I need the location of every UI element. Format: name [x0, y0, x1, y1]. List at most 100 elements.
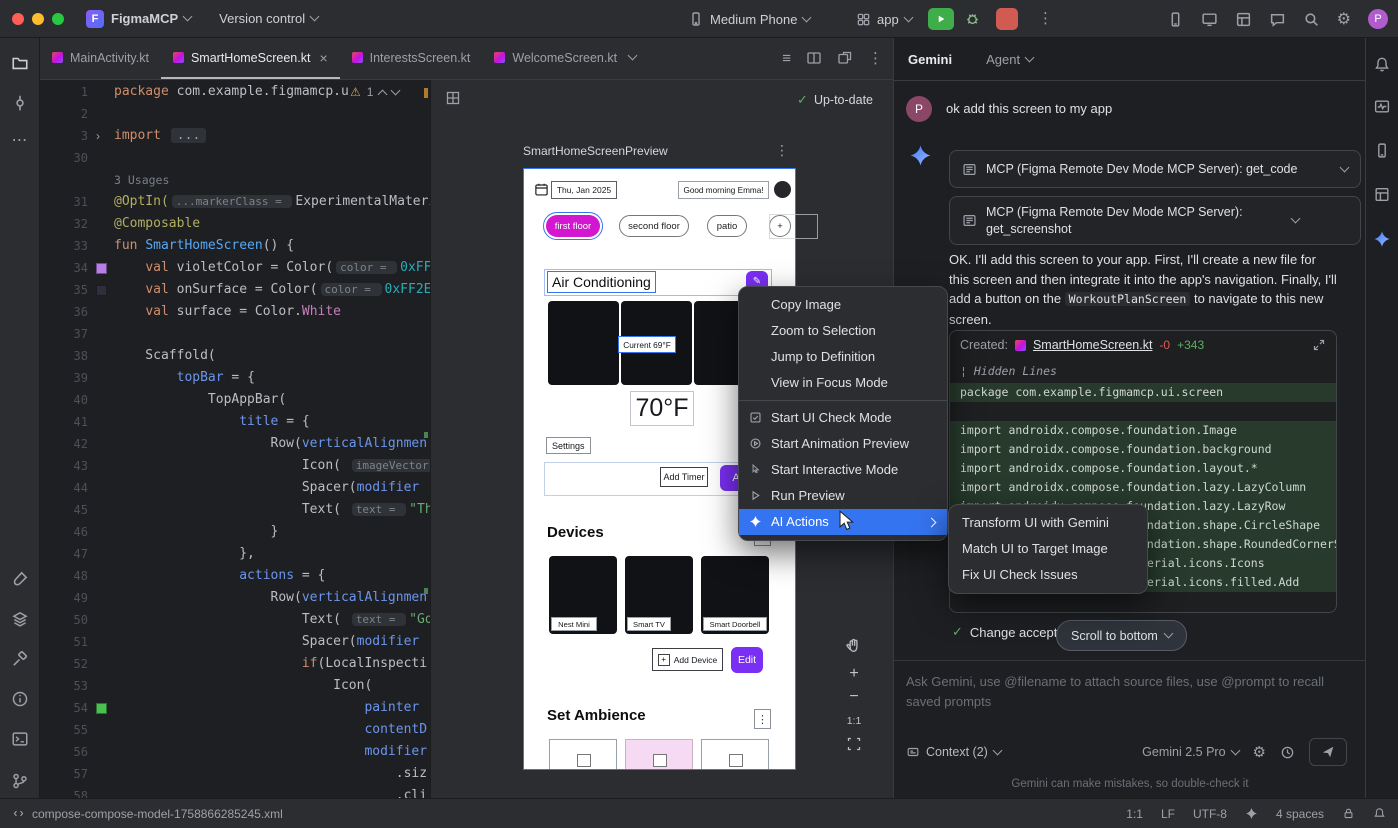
- code-line[interactable]: 43 Icon( imageVector: [40, 455, 430, 477]
- code-line[interactable]: 32 @Composable: [40, 213, 430, 235]
- detach-editor-icon[interactable]: [837, 50, 853, 66]
- lock-icon[interactable]: [1342, 807, 1355, 820]
- code-text[interactable]: @OptIn(...markerClass = ExperimentalMate…: [114, 191, 430, 213]
- code-line[interactable]: 51 Spacer(modifier: [40, 631, 430, 653]
- code-text[interactable]: Spacer(modifier: [114, 477, 419, 499]
- code-text[interactable]: Text( text = "Thu,: [114, 499, 430, 521]
- line-number[interactable]: 33: [40, 235, 96, 257]
- terminal-tool-button[interactable]: [11, 730, 29, 748]
- zoom-in-icon[interactable]: +: [839, 665, 869, 683]
- scroll-to-bottom-button[interactable]: Scroll to bottom: [1056, 620, 1187, 651]
- zoom-ratio-label[interactable]: 1:1: [839, 715, 869, 727]
- code-line[interactable]: 38 Scaffold(: [40, 345, 430, 367]
- ambience-tile[interactable]: [549, 739, 617, 770]
- commit-tool-button[interactable]: [11, 94, 29, 112]
- code-line[interactable]: 45 Text( text = "Thu,: [40, 499, 430, 521]
- resource-manager-tool-button[interactable]: [11, 570, 29, 588]
- code-line[interactable]: 54 painter: [40, 697, 430, 719]
- line-number[interactable]: 48: [40, 565, 96, 587]
- line-number[interactable]: 37: [40, 323, 96, 345]
- code-text[interactable]: val violetColor = Color(color = 0xFFB: [114, 257, 430, 279]
- line-number[interactable]: 46: [40, 521, 96, 543]
- menu-item-zoom-to-selection[interactable]: Zoom to Selection: [739, 318, 947, 344]
- code-text[interactable]: }: [114, 521, 278, 543]
- code-text[interactable]: val surface = Color.White: [114, 301, 341, 323]
- hidden-lines-row[interactable]: ¦ Hidden Lines: [950, 359, 1336, 383]
- code-line[interactable]: 34 val violetColor = Color(color = 0xFFB: [40, 257, 430, 279]
- code-text[interactable]: import ...: [114, 125, 206, 147]
- editor-tab-smarthomescreen[interactable]: SmartHomeScreen.kt ×: [161, 38, 340, 79]
- ambience-kebab-icon[interactable]: ⋮: [754, 709, 771, 729]
- code-line[interactable]: 3›import ...: [40, 125, 430, 147]
- menu-item-view-in-focus-mode[interactable]: View in Focus Mode: [739, 370, 947, 396]
- code-text[interactable]: actions = {: [114, 565, 325, 587]
- next-issue-icon[interactable]: [391, 85, 401, 95]
- line-number[interactable]: 34: [40, 257, 96, 279]
- line-number[interactable]: 39: [40, 367, 96, 389]
- code-line[interactable]: 41 title = {: [40, 411, 430, 433]
- code-line[interactable]: 55 contentD: [40, 719, 430, 741]
- code-text[interactable]: .cli: [114, 785, 427, 798]
- floor-chip-selected[interactable]: first floor: [546, 215, 600, 237]
- code-line[interactable]: 47 },: [40, 543, 430, 565]
- gemini-tool-button[interactable]: [1373, 230, 1391, 248]
- file-encoding[interactable]: UTF-8: [1193, 807, 1227, 821]
- code-text[interactable]: modifier: [114, 741, 427, 763]
- line-number[interactable]: 56: [40, 741, 96, 763]
- edit-button[interactable]: Edit: [731, 647, 763, 673]
- code-line[interactable]: 40 TopAppBar(: [40, 389, 430, 411]
- minimize-window-button[interactable]: [32, 13, 44, 25]
- code-line[interactable]: 58 .cli: [40, 785, 430, 798]
- tab-gemini[interactable]: Gemini: [908, 52, 952, 67]
- menu-item-start-ui-check[interactable]: Start UI Check Mode: [739, 405, 947, 431]
- floor-chip[interactable]: second floor: [619, 215, 689, 237]
- change-mark[interactable]: [424, 432, 428, 438]
- settings-gear-icon[interactable]: ⚙: [1337, 9, 1351, 29]
- code-editor[interactable]: 1package com.example.figmamcp.u23›import…: [40, 80, 430, 798]
- prev-issue-icon[interactable]: [378, 89, 388, 99]
- code-text[interactable]: TopAppBar(: [114, 389, 286, 411]
- running-devices-icon[interactable]: [1201, 11, 1218, 28]
- code-text[interactable]: .siz: [114, 763, 427, 785]
- indent-config[interactable]: 4 spaces: [1276, 807, 1324, 821]
- line-number[interactable]: 57: [40, 763, 96, 785]
- code-text[interactable]: title = {: [114, 411, 310, 433]
- line-number[interactable]: 43: [40, 455, 96, 477]
- line-number[interactable]: 32: [40, 213, 96, 235]
- project-selector[interactable]: F FigmaMCP: [86, 10, 191, 28]
- code-line[interactable]: 39 topBar = {: [40, 367, 430, 389]
- split-editor-icon[interactable]: [806, 50, 822, 66]
- color-swatch[interactable]: [96, 263, 107, 274]
- code-line[interactable]: 30: [40, 147, 430, 169]
- line-number[interactable]: 53: [40, 675, 96, 697]
- menu-item-transform-ui[interactable]: Transform UI with Gemini: [949, 510, 1147, 536]
- preview-kebab-icon[interactable]: ⋮: [775, 142, 789, 159]
- line-number[interactable]: 41: [40, 411, 96, 433]
- tab-agent[interactable]: Agent: [986, 52, 1020, 67]
- run-config-selector[interactable]: app: [856, 0, 912, 38]
- line-number[interactable]: 38: [40, 345, 96, 367]
- line-number[interactable]: 55: [40, 719, 96, 741]
- code-line[interactable]: 50 Text( text = "Good: [40, 609, 430, 631]
- model-selector[interactable]: Gemini 2.5 Pro: [1142, 745, 1238, 759]
- problems-tool-button[interactable]: [11, 690, 29, 708]
- code-line[interactable]: 37: [40, 323, 430, 345]
- history-clock-icon[interactable]: [1280, 745, 1295, 760]
- code-text[interactable]: Row(verticalAlignmen: [114, 433, 427, 455]
- inspections-widget[interactable]: ⚠ 1: [350, 85, 399, 99]
- error-stripe[interactable]: [424, 80, 429, 798]
- code-line[interactable]: 31@OptIn(...markerClass = ExperimentalMa…: [40, 191, 430, 213]
- color-swatch[interactable]: [96, 285, 107, 296]
- line-number[interactable]: 42: [40, 433, 96, 455]
- code-text[interactable]: },: [114, 543, 255, 565]
- build-tool-button[interactable]: [11, 650, 29, 668]
- send-button[interactable]: [1309, 738, 1347, 766]
- code-text[interactable]: @Composable: [114, 213, 200, 235]
- packages-tool-button[interactable]: [11, 610, 29, 628]
- chat-input[interactable]: Ask Gemini, use @filename to attach sour…: [906, 672, 1354, 718]
- debug-button[interactable]: [964, 10, 981, 27]
- close-tab-icon[interactable]: ×: [319, 51, 327, 65]
- code-line[interactable]: 3 Usages: [40, 169, 430, 191]
- code-text[interactable]: Text( text = "Good: [114, 609, 430, 631]
- line-number[interactable]: 52: [40, 653, 96, 675]
